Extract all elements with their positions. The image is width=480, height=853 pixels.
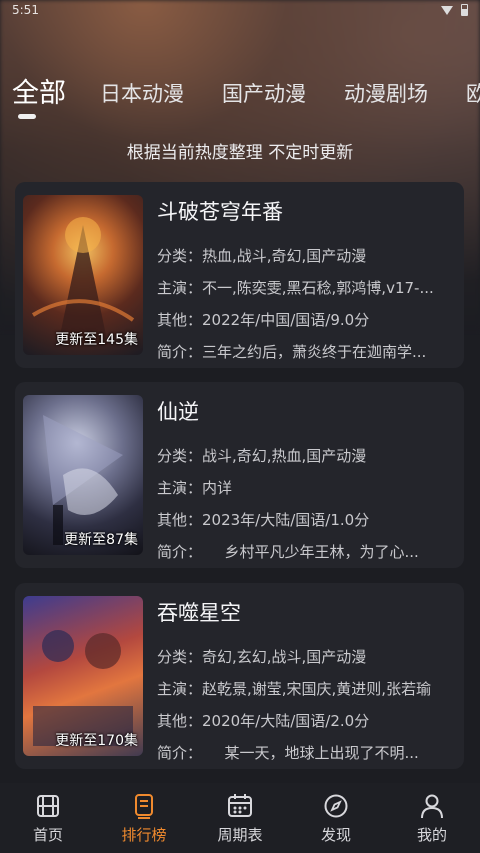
show-category: 分类：战斗,奇幻,热血,国产动漫 (157, 447, 367, 465)
film-icon (34, 792, 62, 820)
show-poster[interactable]: 更新至170集 (23, 596, 143, 756)
nav-profile[interactable]: 我的 (392, 792, 472, 845)
episode-badge: 更新至145集 (55, 332, 138, 348)
nav-label: 首页 (32, 825, 63, 844)
show-title[interactable]: 仙逆 (157, 396, 452, 426)
show-card[interactable]: 更新至145集 斗破苍穹年番 分类：热血,战斗,奇幻,国产动漫 主演：不一,陈奕… (15, 182, 464, 368)
nav-label: 发现 (320, 825, 351, 844)
show-cast: 主演：内详 (157, 479, 233, 497)
episode-badge: 更新至87集 (64, 532, 138, 548)
calendar-icon (226, 792, 254, 820)
status-time: 5:51 (12, 3, 39, 17)
show-other: 其他：2022年/中国/国语/9.0分 (157, 311, 370, 329)
show-category: 分类：奇幻,玄幻,战斗,国产动漫 (157, 648, 367, 666)
show-other: 其他：2023年/大陆/国语/1.0分 (157, 511, 370, 529)
show-cast: 主演：不一,陈奕雯,黑石稔,郭鸿博,v17-... (157, 279, 434, 297)
show-title[interactable]: 吞噬星空 (157, 597, 452, 627)
show-title[interactable]: 斗破苍穹年番 (157, 196, 452, 226)
tab-western[interactable]: 欧 (466, 74, 480, 114)
ranking-subtitle: 根据当前热度整理 不定时更新 (126, 143, 354, 163)
show-poster[interactable]: 更新至87集 (23, 395, 143, 555)
bottom-nav: 首页 排行榜 周期表 发现 我的 (0, 783, 480, 853)
show-category: 分类：热血,战斗,奇幻,国产动漫 (157, 247, 367, 265)
tab-chinese-anime[interactable]: 国产动漫 (222, 74, 306, 114)
tab-all[interactable]: 全部 (12, 74, 66, 114)
compass-icon (322, 792, 350, 820)
show-other: 其他：2020年/大陆/国语/2.0分 (157, 712, 370, 730)
battery-icon (461, 4, 468, 16)
status-bar: 5:51 (0, 0, 480, 20)
nav-label: 排行榜 (121, 825, 167, 844)
show-card[interactable]: 更新至170集 吞噬星空 分类：奇幻,玄幻,战斗,国产动漫 主演：赵乾景,谢莹,… (15, 583, 464, 769)
nav-discover[interactable]: 发现 (296, 792, 376, 845)
show-intro: 简介： 乡村平凡少年王林，为了心... (157, 543, 419, 561)
tab-japanese-anime[interactable]: 日本动漫 (100, 74, 184, 114)
show-intro: 简介：三年之约后，萧炎终于在迦南学... (157, 343, 427, 361)
show-poster[interactable]: 更新至145集 (23, 195, 143, 355)
ranking-icon (130, 792, 158, 820)
active-tab-indicator (18, 114, 36, 119)
nav-ranking[interactable]: 排行榜 (104, 792, 184, 845)
user-icon (418, 792, 446, 820)
nav-label: 周期表 (217, 825, 263, 844)
category-tabs: 全部 日本动漫 国产动漫 动漫剧场 欧 (0, 74, 480, 122)
nav-calendar[interactable]: 周期表 (200, 792, 280, 845)
tab-anime-theater[interactable]: 动漫剧场 (344, 74, 428, 114)
nav-label: 我的 (416, 825, 447, 844)
nav-home[interactable]: 首页 (8, 792, 88, 845)
show-intro: 简介： 某一天，地球上出现了不明... (157, 744, 419, 762)
show-card[interactable]: 更新至87集 仙逆 分类：战斗,奇幻,热血,国产动漫 主演：内详 其他：2023… (15, 382, 464, 568)
episode-badge: 更新至170集 (55, 733, 138, 749)
show-cast: 主演：赵乾景,谢莹,宋国庆,黄进则,张若瑜 (157, 680, 432, 698)
wifi-icon (441, 5, 453, 15)
